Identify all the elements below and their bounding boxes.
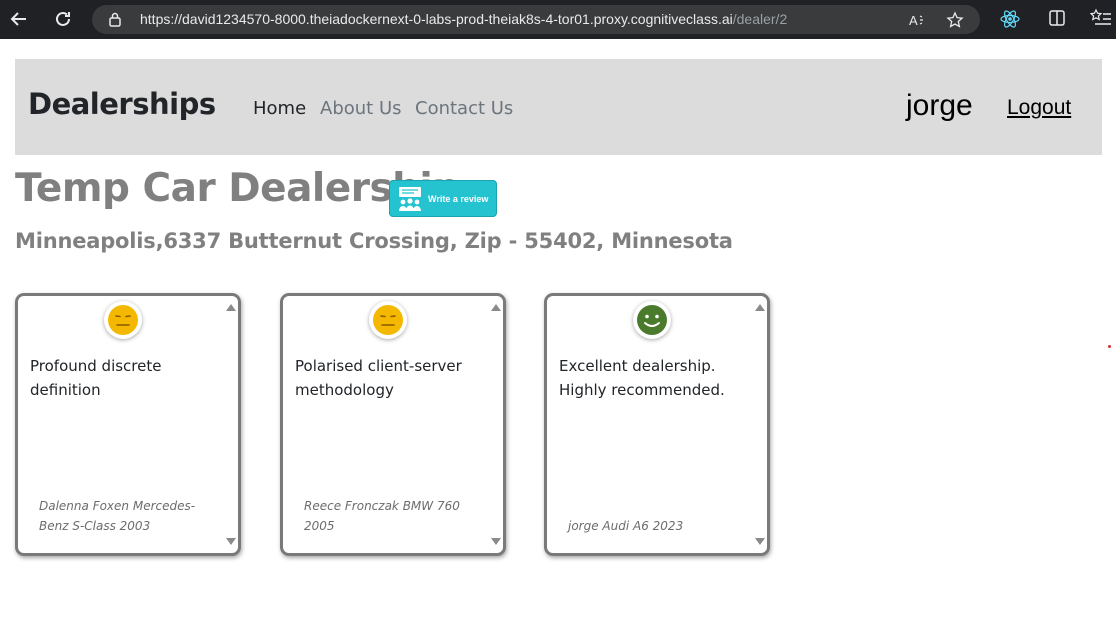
neutral-face-icon (104, 301, 142, 339)
nav-about-link[interactable]: About Us (320, 98, 402, 119)
logout-link[interactable]: Logout (1007, 96, 1071, 120)
review-text: Polarised client-server methodology (295, 357, 462, 399)
scroll-up-arrow-icon[interactable] (491, 304, 501, 311)
scroll-down-arrow-icon[interactable] (491, 538, 501, 545)
svg-text:A: A (909, 13, 918, 28)
dealer-address: Minneapolis,6337 Butternut Crossing, Zip… (15, 229, 733, 253)
review-card: Profound discrete definition Dalenna Fox… (15, 293, 241, 556)
card-scrollbar[interactable] (489, 296, 503, 553)
read-aloud-icon[interactable]: A (908, 11, 926, 29)
scroll-up-arrow-icon[interactable] (226, 304, 236, 311)
scroll-down-arrow-icon[interactable] (755, 538, 765, 545)
review-text: Profound discrete definition (30, 357, 162, 399)
neutral-face-icon (369, 301, 407, 339)
address-bar[interactable]: https://david1234570-8000.theiadockernex… (92, 5, 980, 34)
url-host: https://david1234570-8000.theiadockernex… (140, 11, 733, 27)
scroll-up-arrow-icon[interactable] (755, 304, 765, 311)
username-label: jorge (906, 89, 973, 122)
refresh-icon[interactable] (52, 8, 74, 30)
review-meta: Reece Fronczak BMW 760 2005 (304, 499, 460, 533)
url-text: https://david1234570-8000.theiadockernex… (140, 11, 787, 27)
card-scrollbar[interactable] (753, 296, 767, 553)
nav-contact-link[interactable]: Contact Us (415, 98, 513, 119)
review-text: Excellent dealership. Highly recommended… (559, 357, 725, 399)
people-review-icon (399, 186, 421, 211)
review-card: Excellent dealership. Highly recommended… (544, 293, 770, 556)
arrow-left-icon[interactable] (8, 8, 30, 30)
split-screen-icon[interactable] (1047, 8, 1067, 28)
review-meta: jorge Audi A6 2023 (568, 519, 684, 533)
write-review-label: Write a review (428, 193, 489, 204)
star-icon[interactable] (946, 11, 964, 29)
react-icon[interactable] (999, 8, 1021, 30)
url-path: /dealer/2 (732, 11, 788, 27)
cursor-dot (1108, 345, 1111, 348)
card-scrollbar[interactable] (224, 296, 238, 553)
write-review-button[interactable]: Write a review (389, 180, 497, 217)
nav-home-link[interactable]: Home (253, 98, 306, 119)
browser-toolbar: https://david1234570-8000.theiadockernex… (0, 0, 1116, 39)
brand-title[interactable]: Dealerships (28, 87, 216, 121)
scroll-down-arrow-icon[interactable] (226, 538, 236, 545)
favorites-list-icon[interactable] (1090, 8, 1112, 28)
main-navbar: Dealerships Home About Us Contact Us jor… (15, 59, 1102, 155)
lock-icon (109, 12, 121, 27)
smiley-face-icon (633, 301, 671, 339)
review-card: Polarised client-server methodology Reec… (280, 293, 506, 556)
review-meta: Dalenna Foxen Mercedes-Benz S-Class 2003 (39, 499, 196, 533)
